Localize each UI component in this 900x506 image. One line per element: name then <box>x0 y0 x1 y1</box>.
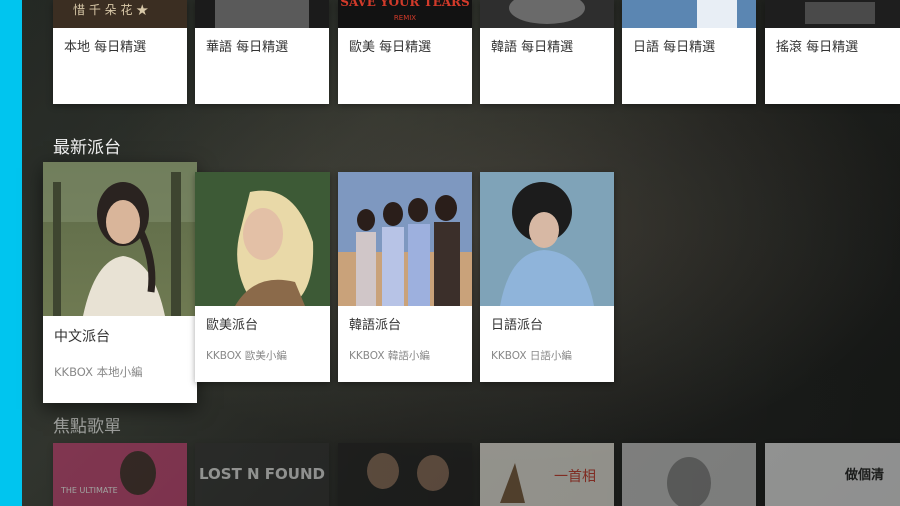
card-title: 日語 每日精選 <box>633 40 716 55</box>
card-subtitle: KKBOX 日語小編 <box>491 350 572 362</box>
featured-playlist-card[interactable]: 做個清 <box>765 443 900 506</box>
station-card-japanese[interactable]: 日語派台 KKBOX 日語小編 <box>480 172 614 382</box>
featured-playlist-card[interactable]: THE ULTIMATE <box>53 443 187 506</box>
album-art: 惜 千 朵 花 ★ <box>53 0 187 28</box>
card-title: 歐美 每日精選 <box>349 40 432 55</box>
card-title: 韓語 每日精選 <box>491 40 574 55</box>
playlist-art: 做個清 <box>765 443 900 506</box>
section-title-featured: 焦點歌單 <box>53 417 121 437</box>
daily-pick-card[interactable]: 華語 每日精選 <box>195 0 329 104</box>
station-art <box>43 162 197 316</box>
station-card-korean[interactable]: 韓語派台 KKBOX 韓語小編 <box>338 172 472 382</box>
card-title: 中文派台 <box>54 329 110 345</box>
card-subtitle: KKBOX 韓語小編 <box>349 350 430 362</box>
playlist-art-text: LOST N FOUND <box>199 465 325 483</box>
featured-playlist-card[interactable] <box>622 443 756 506</box>
daily-pick-card[interactable]: 搖滾 每日精選 <box>765 0 900 104</box>
featured-playlist-card[interactable]: LOST N FOUND <box>195 443 329 506</box>
playlist-art-text: 做個清 <box>844 467 884 483</box>
section-title-stations: 最新派台 <box>53 138 121 158</box>
station-art <box>338 172 472 306</box>
album-art-subtext: REMIX <box>394 14 416 22</box>
daily-pick-card[interactable]: 惜 千 朵 花 ★ 本地 每日精選 <box>53 0 187 104</box>
card-title: 華語 每日精選 <box>206 40 289 55</box>
album-art: SAVE YOUR TEARS REMIX <box>338 0 472 28</box>
album-art <box>622 0 756 28</box>
station-card-western[interactable]: 歐美派台 KKBOX 歐美小編 <box>195 172 330 382</box>
card-subtitle: KKBOX 歐美小編 <box>206 350 287 362</box>
station-art <box>480 172 614 306</box>
album-art <box>480 0 614 28</box>
card-title: 本地 每日精選 <box>64 40 147 55</box>
daily-pick-card[interactable]: SAVE YOUR TEARS REMIX 歐美 每日精選 <box>338 0 472 104</box>
daily-pick-card[interactable]: 日語 每日精選 <box>622 0 756 104</box>
card-title: 韓語派台 <box>349 318 402 333</box>
album-art <box>195 0 329 28</box>
card-title: 歐美派台 <box>206 318 259 333</box>
card-subtitle: KKBOX 本地小編 <box>54 365 143 379</box>
featured-playlist-card[interactable]: 一首相 <box>480 443 614 506</box>
playlist-art: LOST N FOUND <box>195 443 329 506</box>
playlist-art-text: THE ULTIMATE <box>60 486 118 495</box>
card-title: 日語派台 <box>491 318 544 333</box>
album-art <box>765 0 900 28</box>
playlist-art-text: 一首相 <box>554 469 596 485</box>
side-nav-strip[interactable] <box>0 0 22 506</box>
playlist-art <box>338 443 472 506</box>
featured-playlist-card[interactable] <box>338 443 472 506</box>
playlist-art: 一首相 <box>480 443 614 506</box>
card-title: 搖滾 每日精選 <box>776 40 859 55</box>
station-card-chinese[interactable]: 中文派台 KKBOX 本地小編 <box>43 162 197 403</box>
daily-pick-card[interactable]: 韓語 每日精選 <box>480 0 614 104</box>
station-art <box>195 172 330 306</box>
album-art-text: 惜 千 朵 花 ★ <box>73 2 148 17</box>
playlist-art <box>622 443 756 506</box>
playlist-art: THE ULTIMATE <box>53 443 187 506</box>
album-art-text: SAVE YOUR TEARS <box>340 0 469 9</box>
